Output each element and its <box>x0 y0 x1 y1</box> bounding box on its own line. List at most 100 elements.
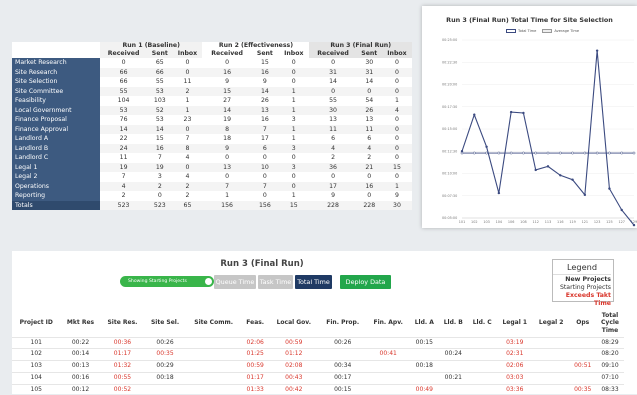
summary-cell: 30 <box>309 105 357 115</box>
summary-cell: 19 <box>147 162 173 172</box>
time-cell <box>318 348 367 361</box>
project-id-cell: 102 <box>12 348 61 361</box>
summary-row: Market Research 0 65 0 0 15 0 0 30 0 <box>12 58 412 68</box>
time-cell <box>185 383 242 395</box>
summary-cell: 4 <box>185 154 190 161</box>
table-row[interactable]: 104 00:16 00:55 00:18 01:17 00:43 00:17 00:21 03… <box>12 371 624 385</box>
task-time-button[interactable]: Task Time <box>258 275 293 289</box>
summary-row: Reporting 2 0 2 1 0 1 9 0 9 <box>12 191 412 201</box>
column-header[interactable]: Project ID <box>12 309 60 337</box>
summary-cell: 0 <box>291 78 296 85</box>
line-chart: 00:25:00 00:22:30 00:20:00 00:17:30 00:15:00… <box>442 38 637 227</box>
table-row[interactable]: 101 00:22 00:36 00:26 02:06 00:59 00:26 00:15 03… <box>12 336 624 349</box>
summary-row: Feasibility 104 103 1 27 26 1 55 54 1 <box>12 96 412 106</box>
column-header[interactable]: Feas. <box>242 309 269 337</box>
time-cell <box>185 336 242 349</box>
x-tick-label: 103 <box>483 220 489 224</box>
time-cell: 01:32 <box>100 360 145 373</box>
summary-cell: 31 <box>309 67 357 77</box>
column-header[interactable]: Legal 1 <box>497 309 533 337</box>
column-header[interactable]: Fin. Prop. <box>319 309 367 337</box>
total-time-button[interactable]: Total Time <box>295 275 332 289</box>
summary-cell: 0 <box>172 67 203 77</box>
x-tick-label: 106 <box>508 220 514 224</box>
starting-projects-toggle[interactable]: Showing Starting Projects <box>120 276 214 287</box>
sub-header-received: Received <box>100 50 148 58</box>
time-cell: 02:06 <box>496 360 533 373</box>
column-header[interactable]: Site Comm. <box>186 309 242 337</box>
time-cell: 00:55 <box>100 371 145 385</box>
point-average <box>583 151 587 155</box>
time-cell: 00:26 <box>144 336 186 349</box>
column-header[interactable]: Lld. B <box>439 309 468 337</box>
column-header[interactable]: Legal 2 <box>533 309 569 337</box>
column-header[interactable]: Mkt Res <box>60 309 100 337</box>
summary-row-label: Landlord C <box>12 153 100 163</box>
chart-popup: Run 3 (Final Run) Total Time for Site Se… <box>422 6 637 228</box>
time-cell: 00:12 <box>60 383 101 395</box>
summary-row-label: Legal 2 <box>12 172 100 182</box>
time-cell: 00:36 <box>100 336 145 349</box>
summary-cell: 16 <box>260 116 269 123</box>
summary-cell: 17 <box>260 135 269 142</box>
table-row[interactable]: 103 00:13 01:32 00:29 00:59 02:08 00:34 00:18 02… <box>12 360 624 373</box>
table-row[interactable]: 102 00:14 01:17 00:35 01:25 01:12 00:41 00:24 02… <box>12 348 624 361</box>
summary-cell: 0 <box>185 59 190 66</box>
summary-cell: 2 <box>172 181 203 191</box>
time-cell <box>467 360 497 373</box>
queue-time-button[interactable]: Queue Time <box>214 275 256 289</box>
deploy-data-button[interactable]: Deploy Data <box>340 275 391 289</box>
time-cell <box>185 371 242 385</box>
summary-cell: 0 <box>367 192 372 199</box>
column-header[interactable]: Lld. A <box>410 309 439 337</box>
time-cell: 00:41 <box>366 348 410 361</box>
column-header[interactable]: Ops <box>569 309 596 337</box>
summary-cell: 1 <box>291 192 296 199</box>
summary-cell: 14 <box>365 78 374 85</box>
summary-row: Site Selection 66 55 11 9 9 0 14 14 0 <box>12 77 412 87</box>
summary-row-label: Finance Approval <box>12 124 100 134</box>
summary-cell: 0 <box>381 86 412 96</box>
summary-row: Legal 2 7 3 4 0 0 0 0 0 0 <box>12 172 412 182</box>
summary-cell: 0 <box>225 154 230 161</box>
cycle-body: 101 00:22 00:36 00:26 02:06 00:59 00:26 00:15 03… <box>12 336 624 395</box>
column-header[interactable]: Lld. C <box>468 309 497 337</box>
time-cell: 00:59 <box>241 360 269 373</box>
summary-cell: 13 <box>202 162 252 172</box>
time-cell: 00:49 <box>409 383 439 395</box>
sub-header-sent: Sent <box>256 50 273 57</box>
column-header[interactable]: Site Sel. <box>144 309 185 337</box>
summary-cell: 0 <box>278 67 310 77</box>
summary-row-label-header <box>12 50 100 58</box>
summary-cell: 7 <box>121 173 126 180</box>
table-row[interactable]: 105 00:12 00:52 01:33 00:42 00:15 00:49 03:36 00… <box>12 383 624 395</box>
summary-cell: 7 <box>157 154 162 161</box>
point-total <box>497 191 501 195</box>
column-header[interactable]: Fin. Apv. <box>367 309 410 337</box>
summary-cell: 2 <box>331 154 335 161</box>
time-cell: 01:12 <box>268 348 319 361</box>
summary-cell: 15 <box>155 135 164 142</box>
column-header[interactable]: Site Res. <box>101 309 145 337</box>
time-cell: 00:16 <box>60 371 101 385</box>
summary-cell: 228 <box>309 200 357 210</box>
summary-cell: 55 <box>155 78 164 85</box>
point-average <box>472 151 476 155</box>
summary-row-label: Finance Proposal <box>12 115 100 125</box>
group-header-run1: Run 1 (Baseline) <box>100 42 203 50</box>
time-cell <box>467 383 497 395</box>
time-cell: 02:08 <box>268 360 319 373</box>
summary-cell: 66 <box>147 67 173 77</box>
summary-cell: 23 <box>183 116 192 123</box>
sub-header-received: Received <box>211 50 243 57</box>
column-header[interactable]: Total Cycle Time <box>596 309 624 337</box>
summary-cell: 9 <box>331 192 335 199</box>
toggle-knob <box>205 278 212 285</box>
summary-cell: 16 <box>251 67 279 77</box>
point-total <box>509 110 513 114</box>
column-header[interactable]: Local Gov. <box>269 309 319 337</box>
summary-cell: 0 <box>291 59 296 66</box>
project-id-cell: 101 <box>12 336 61 349</box>
summary-cell: 14 <box>329 78 337 85</box>
summary-row: Operations 4 2 2 7 7 0 17 16 1 <box>12 181 412 191</box>
